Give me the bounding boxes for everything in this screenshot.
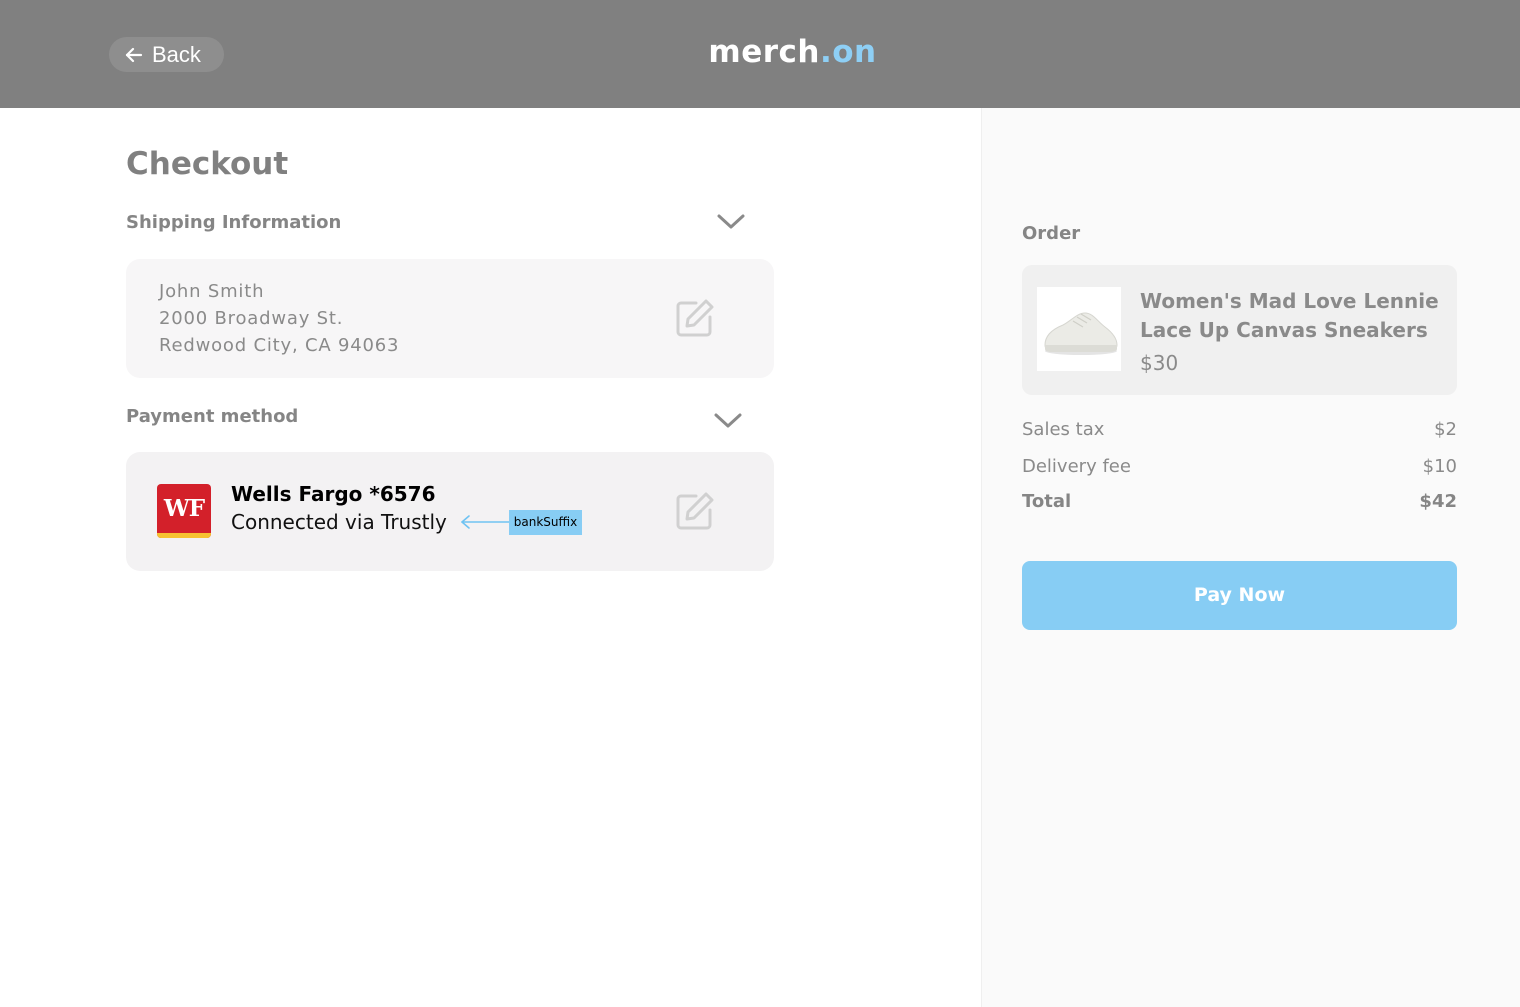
- wells-fargo-logo: WF: [157, 484, 211, 538]
- brand-logo[interactable]: merch.on: [0, 34, 1520, 70]
- annotation-tag: bankSuffix: [509, 510, 582, 535]
- total-value: $42: [1419, 491, 1457, 512]
- recipient-name: John Smith: [159, 281, 265, 302]
- product-name: Women's Mad Love Lennie Lace Up Canvas S…: [1140, 289, 1439, 342]
- shipping-section-label: Shipping Information: [126, 212, 342, 233]
- sales-tax-label: Sales tax: [1022, 419, 1105, 440]
- order-item-card: Women's Mad Love Lennie Lace Up Canvas S…: [1022, 265, 1457, 395]
- top-bar: Back merch.on: [0, 0, 1520, 108]
- product-price: $30: [1140, 351, 1179, 375]
- logo-stripe: [157, 533, 211, 538]
- bank-name: Wells Fargo *6576: [231, 482, 436, 506]
- payment-section-label: Payment method: [126, 406, 299, 427]
- logo-accent: .on: [819, 34, 877, 70]
- payment-method-card: WF Wells Fargo *6576 Connected via Trust…: [126, 452, 774, 571]
- logo-main: merch: [708, 34, 820, 70]
- sneaker-image: [1037, 287, 1121, 371]
- order-section-label: Order: [1022, 223, 1081, 244]
- delivery-fee-value: $10: [1422, 456, 1457, 477]
- pay-now-button[interactable]: Pay Now: [1022, 561, 1457, 630]
- edit-icon[interactable]: [674, 490, 716, 532]
- edit-icon[interactable]: [674, 297, 716, 339]
- shipping-address-card: John Smith 2000 Broadway St. Redwood Cit…: [126, 259, 774, 378]
- connection-status: Connected via Trustly: [231, 510, 447, 534]
- chevron-down-icon[interactable]: [716, 213, 746, 231]
- checkout-panel: Checkout Shipping Information John Smith…: [0, 108, 981, 1007]
- arrow-left-icon: [461, 515, 511, 529]
- shipping-address: John Smith 2000 Broadway St. Redwood Cit…: [159, 278, 399, 359]
- street-address: 2000 Broadway St.: [159, 308, 344, 329]
- page-title: Checkout: [126, 146, 289, 182]
- delivery-fee-label: Delivery fee: [1022, 456, 1131, 477]
- sales-tax-value: $2: [1434, 419, 1457, 440]
- chevron-down-icon[interactable]: [713, 412, 743, 430]
- city-state-zip: Redwood City, CA 94063: [159, 335, 400, 356]
- total-label: Total: [1022, 491, 1072, 512]
- order-summary-panel: Order Women's Mad Love Lennie Lace Up Ca…: [981, 108, 1520, 1007]
- bank-logo-text: WF: [163, 495, 205, 522]
